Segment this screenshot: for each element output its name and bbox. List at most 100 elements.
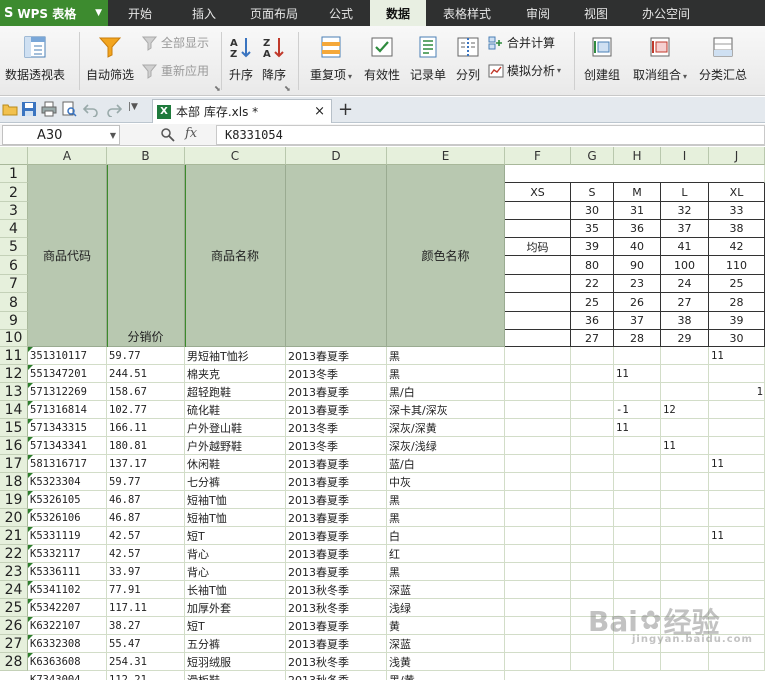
cell-price[interactable]: 38.27 — [107, 617, 185, 635]
cell-g[interactable] — [571, 527, 614, 545]
cell-h[interactable] — [614, 653, 661, 671]
cell-color[interactable]: 深蓝 — [387, 635, 505, 653]
size-value-cell[interactable]: 90 — [614, 256, 661, 275]
cell-g[interactable] — [571, 491, 614, 509]
cell-f[interactable] — [505, 581, 571, 599]
cell-g[interactable] — [571, 455, 614, 473]
cell-f[interactable] — [505, 491, 571, 509]
size-value-cell[interactable]: 26 — [614, 293, 661, 312]
cell-color[interactable]: 红 — [387, 545, 505, 563]
cell-season[interactable]: 2013春夏季 — [286, 635, 387, 653]
cell-color[interactable]: 深灰/浅绿 — [387, 437, 505, 455]
cell-price[interactable]: 166.11 — [107, 419, 185, 437]
cell-product-code[interactable]: K5326105 — [28, 491, 107, 509]
cell-i[interactable]: 11 — [661, 437, 709, 455]
size-header-l[interactable]: L — [661, 183, 709, 202]
cell-f[interactable] — [505, 509, 571, 527]
cell-color[interactable]: 深蓝 — [387, 581, 505, 599]
row-header-22[interactable]: 22 — [0, 545, 28, 563]
reapply-button[interactable]: 重新应用 — [142, 62, 209, 79]
formula-input[interactable]: K8331054 — [216, 125, 765, 145]
split-columns-button[interactable]: 分列 — [452, 26, 484, 83]
cell-j[interactable] — [709, 545, 765, 563]
cell-season[interactable]: 2013冬季 — [286, 365, 387, 383]
cell-product-name[interactable]: 户外越野鞋 — [185, 437, 286, 455]
cell-product-code[interactable]: K7343004 — [28, 671, 107, 680]
row-header-14[interactable]: 14 — [0, 401, 28, 419]
row-header-5[interactable]: 5 — [0, 238, 28, 256]
cell-product-code[interactable]: K6332308 — [28, 635, 107, 653]
cell-season[interactable]: 2013春夏季 — [286, 545, 387, 563]
row-header-8[interactable]: 8 — [0, 293, 28, 312]
column-header-i[interactable]: I — [661, 147, 709, 165]
cell-product-code[interactable]: 551347201 — [28, 365, 107, 383]
cell-g[interactable] — [571, 509, 614, 527]
cell-color[interactable]: 黑 — [387, 491, 505, 509]
row-header-23[interactable]: 23 — [0, 563, 28, 581]
cell-color[interactable]: 黑 — [387, 563, 505, 581]
cell-j[interactable]: 11 — [709, 455, 765, 473]
cell-f[interactable] — [505, 347, 571, 365]
cell-price[interactable]: 55.47 — [107, 635, 185, 653]
size-value-cell[interactable]: 29 — [661, 330, 709, 347]
cell-k[interactable]: 1 — [757, 385, 763, 400]
cell-price[interactable]: 46.87 — [107, 491, 185, 509]
column-header-g[interactable]: G — [571, 147, 614, 165]
column-header-j[interactable]: J — [709, 147, 765, 165]
row-header-17[interactable]: 17 — [0, 455, 28, 473]
cell-j[interactable] — [709, 509, 765, 527]
cell-product-code[interactable]: K5323304 — [28, 473, 107, 491]
close-tab-icon[interactable]: × — [314, 104, 325, 119]
cell-h[interactable] — [614, 437, 661, 455]
cell-season[interactable]: 2013春夏季 — [286, 455, 387, 473]
redo-icon[interactable] — [106, 101, 122, 117]
cell-season[interactable]: 2013秋冬季 — [286, 581, 387, 599]
cell-j[interactable] — [709, 365, 765, 383]
cell-j[interactable] — [709, 401, 765, 419]
column-header-h[interactable]: H — [614, 147, 661, 165]
duplicates-button[interactable]: 重复项 ▾ — [304, 26, 358, 83]
cell-g[interactable] — [571, 473, 614, 491]
cell-h[interactable]: 11 — [614, 365, 661, 383]
row-header-18[interactable]: 18 — [0, 473, 28, 491]
size-header-blank[interactable] — [505, 165, 765, 183]
cell-product-name[interactable]: 背心 — [185, 563, 286, 581]
cell-i[interactable] — [661, 509, 709, 527]
column-header-f[interactable]: F — [505, 147, 571, 165]
cell-i[interactable] — [661, 365, 709, 383]
cell-product-name[interactable]: 背心 — [185, 545, 286, 563]
menu-tab-formulas[interactable]: 公式 — [312, 0, 370, 26]
cell-season[interactable]: 2013春夏季 — [286, 473, 387, 491]
row-header-21[interactable]: 21 — [0, 527, 28, 545]
cell-product-code[interactable]: K5336111 — [28, 563, 107, 581]
size-value-cell[interactable]: 39 — [571, 238, 614, 256]
cell-product-name[interactable]: 棉夹克 — [185, 365, 286, 383]
cell-price[interactable]: 42.57 — [107, 545, 185, 563]
cell-price[interactable]: 244.51 — [107, 365, 185, 383]
size-value-cell[interactable]: 42 — [709, 238, 765, 256]
size-grid-cell[interactable] — [505, 275, 571, 293]
cell-product-name[interactable]: 硫化鞋 — [185, 401, 286, 419]
sort-ascending-button[interactable]: AZ 升序 — [226, 26, 256, 83]
row-header-25[interactable]: 25 — [0, 599, 28, 617]
cell-price[interactable]: 33.97 — [107, 563, 185, 581]
menu-tab-office-space[interactable]: 办公空间 — [624, 0, 708, 26]
cell-season[interactable]: 2013秋冬季 — [286, 671, 387, 680]
cell-f[interactable] — [505, 653, 571, 671]
cell-product-name[interactable]: 短袖T恤 — [185, 491, 286, 509]
cell-g[interactable] — [571, 383, 614, 401]
cell-product-code[interactable]: K5341102 — [28, 581, 107, 599]
size-value-cell[interactable]: 31 — [614, 202, 661, 220]
cell-h[interactable]: -1 — [614, 401, 661, 419]
cell-h[interactable] — [614, 545, 661, 563]
size-value-cell[interactable]: 32 — [661, 202, 709, 220]
create-group-button[interactable]: 创建组 — [580, 26, 624, 83]
cell-i[interactable] — [661, 473, 709, 491]
cell-product-name[interactable]: 短袖T恤 — [185, 509, 286, 527]
cell-f[interactable] — [505, 383, 571, 401]
size-value-cell[interactable]: 37 — [661, 220, 709, 238]
cell-j[interactable]: 1 — [709, 383, 765, 401]
print-icon[interactable] — [41, 101, 57, 117]
cell-product-code[interactable]: K5331119 — [28, 527, 107, 545]
search-function-icon[interactable] — [160, 127, 176, 143]
